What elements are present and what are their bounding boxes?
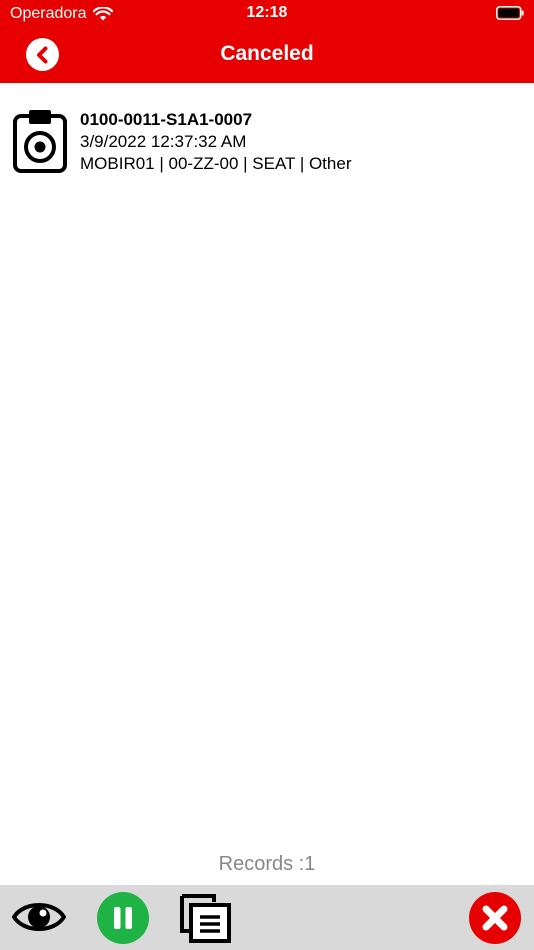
pause-button[interactable] bbox=[97, 892, 149, 944]
documents-icon bbox=[180, 894, 231, 943]
battery-icon bbox=[496, 6, 524, 20]
view-button[interactable] bbox=[12, 897, 66, 937]
list-item-code: 0100-0011-S1A1-0007 bbox=[80, 110, 253, 129]
status-time: 12:18 bbox=[246, 4, 288, 21]
records-count: Records :1 bbox=[218, 853, 316, 875]
list-item-details: MOBIR01 | 00-ZZ-00 | SEAT | Other bbox=[80, 154, 352, 173]
list-item-datetime: 3/9/2022 12:37:32 AM bbox=[80, 132, 247, 151]
status-bar: Operadora 12:18 bbox=[0, 0, 534, 28]
documents-button[interactable] bbox=[180, 893, 232, 943]
list-item-text: 0100-0011-S1A1-0007 3/9/2022 12:37:32 AM… bbox=[80, 109, 351, 175]
clipboard-target-icon bbox=[13, 110, 67, 173]
close-icon bbox=[482, 905, 508, 931]
bottom-toolbar bbox=[0, 885, 534, 950]
page-title: Canceled bbox=[220, 42, 314, 65]
list-item[interactable]: 0100-0011-S1A1-0007 3/9/2022 12:37:32 AM… bbox=[0, 96, 534, 186]
cancel-button[interactable] bbox=[469, 892, 521, 944]
pause-icon bbox=[114, 907, 132, 929]
eye-icon bbox=[12, 903, 66, 931]
header-bar: Operadora 12:18 Canceled bbox=[0, 0, 534, 83]
